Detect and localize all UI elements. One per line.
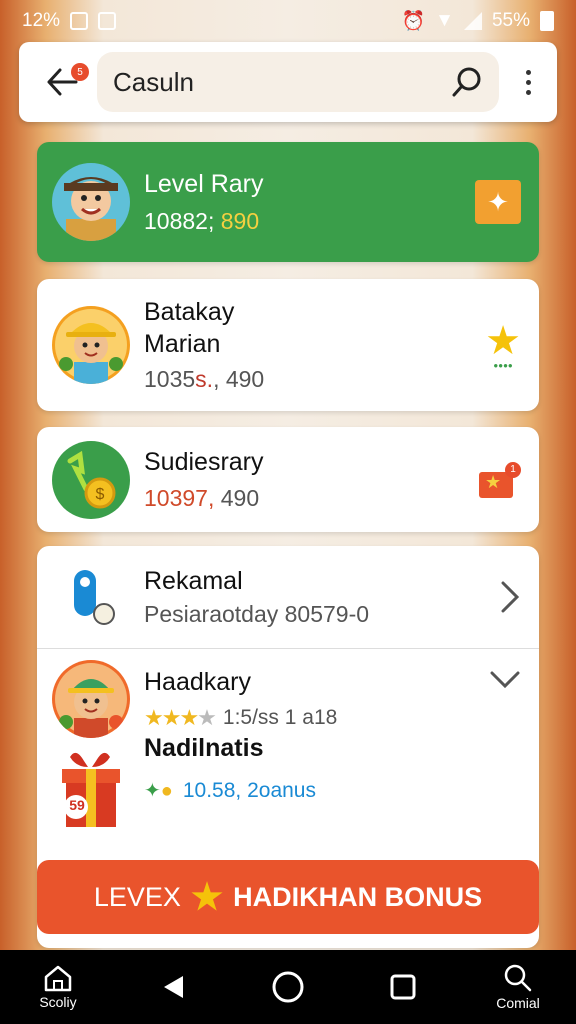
coin-avatar: $ — [52, 440, 130, 519]
gift-icon: 59 — [52, 747, 130, 833]
chevron-right-icon[interactable] — [499, 580, 521, 614]
batak-title-line2: Marian — [144, 329, 221, 358]
status-left: 12% — [22, 10, 117, 32]
back-button[interactable]: 5 — [41, 61, 89, 103]
sudies-card[interactable]: $ Sudiesrary 10397, 490 ★ 1 — [37, 427, 539, 532]
batak-card[interactable]: Batakay Marian 1035s., 490 ★ ●●●● — [37, 279, 539, 411]
svg-text:$: $ — [96, 486, 105, 503]
batak-value: 1035s., 490 — [144, 365, 265, 392]
avatar — [52, 306, 130, 384]
nav-search-label: Comial — [496, 995, 540, 1011]
level-card[interactable]: Level Rary 10882; 890 ✦ — [37, 142, 539, 262]
nav-home-label: Scoliy — [39, 994, 77, 1010]
rekamal-subtitle: Pesiaraotday 80579-0 — [144, 601, 370, 628]
nadilnatis-row[interactable]: 59 Nadilnatis ✦● 10.58, 2oanus — [37, 734, 539, 853]
search-icon — [504, 964, 532, 992]
gift-badge-icon[interactable]: ★ 1 — [477, 461, 521, 498]
search-icon[interactable] — [451, 66, 483, 98]
wifi-icon: ▼ — [435, 10, 454, 31]
rekamal-row[interactable]: Rekamal Pesiaraotday 80579-0 — [37, 546, 539, 648]
nav-home-circle[interactable] — [258, 970, 318, 1004]
app-icon — [98, 12, 117, 30]
status-right: ⏰ ▼ 55% — [401, 9, 554, 33]
sparkle-icon: ✦● — [144, 780, 173, 803]
sudies-title: Sudiesrary — [144, 448, 264, 477]
recents-icon — [390, 974, 416, 1000]
haadkary-title: Haadkary — [144, 668, 251, 697]
battery-icon — [540, 11, 554, 31]
search-value: Casuln — [113, 66, 194, 97]
star-rating: ★★★★ — [144, 704, 217, 730]
gift-label: 59 — [69, 797, 85, 813]
rating-text: 1:5/ss 1 a18 — [222, 705, 338, 729]
level-title: Level Rary — [144, 169, 264, 198]
level-value: 10882; 890 — [144, 208, 260, 235]
rekamal-title: Rekamal — [144, 566, 243, 595]
haadkary-row[interactable]: Haadkary ★★★★ 1:5/ss 1 a18 — [37, 649, 539, 743]
search-bar: 5 Casuln — [19, 42, 557, 122]
more-options-icon[interactable] — [513, 69, 543, 95]
back-triangle-icon — [164, 976, 183, 998]
home-icon — [44, 965, 72, 992]
status-bar: 12% ⏰ ▼ 55% — [0, 0, 576, 42]
chevron-down-icon[interactable] — [489, 669, 521, 691]
navigation-bar: Scoliy Comial — [0, 950, 576, 1024]
bonus-label: HADIKHAN BONUS — [233, 881, 483, 912]
nav-recents[interactable] — [373, 973, 433, 1001]
bonus-value: 10.58, 2oanus — [182, 778, 316, 802]
nav-home[interactable]: Scoliy — [28, 964, 88, 1010]
gift-badge-count: 1 — [505, 461, 521, 478]
search-input[interactable]: Casuln — [97, 52, 499, 112]
bonus-prefix: LEVEX — [93, 881, 181, 912]
battery-percent: 55% — [491, 10, 530, 31]
nadilnatis-title: Nadilnatis — [144, 734, 264, 762]
nav-search[interactable]: Comial — [488, 963, 548, 1011]
key-icon — [52, 558, 130, 636]
star-badge-icon[interactable]: ✦ — [475, 180, 521, 224]
star-icon: ★ — [190, 876, 224, 917]
status-time: 12% — [22, 10, 61, 31]
rating-row: ★★★★ 1:5/ss 1 a18 — [144, 705, 489, 731]
star-icon[interactable]: ★ ●●●● — [485, 321, 521, 370]
bonus-row: ✦● 10.58, 2oanus — [144, 778, 521, 803]
notification-badge: 5 — [71, 63, 89, 81]
bonus-button[interactable]: LEVEX ★ HADIKHAN BONUS — [37, 860, 539, 934]
home-circle-icon — [272, 971, 304, 1003]
alarm-icon: ⏰ — [401, 11, 426, 32]
signal-icon — [463, 12, 482, 30]
batak-title-line1: Batakay — [144, 298, 235, 327]
notification-icon — [70, 12, 89, 30]
nav-back[interactable] — [143, 974, 203, 1000]
sudies-value: 10397, 490 — [144, 484, 260, 511]
avatar — [52, 163, 130, 241]
avatar — [52, 660, 130, 738]
